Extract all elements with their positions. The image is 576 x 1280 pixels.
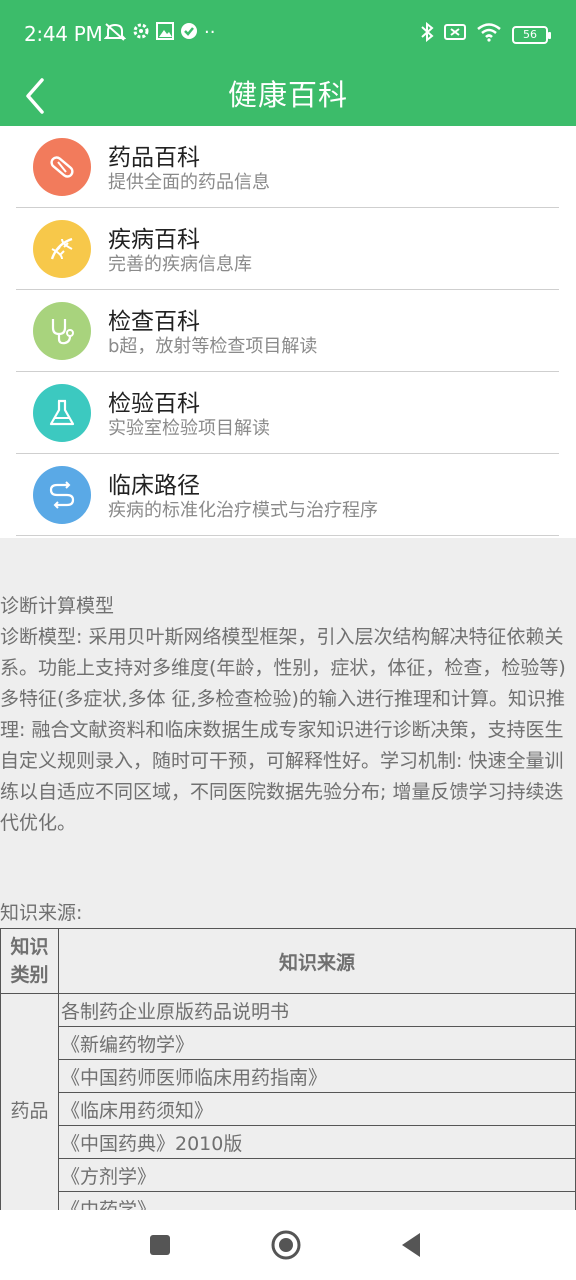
header-source: 知识来源 [58,928,576,994]
table-row: 《中国药师医师临床用药指南》 [1,1059,576,1093]
menu-item-subtitle: 完善的疾病信息库 [108,254,252,275]
source-cell: 《新编药物学》 [58,1026,576,1060]
menu-item-clinical-pathway[interactable]: 临床路径 疾病的标准化治疗模式与治疗程序 [16,454,559,536]
header-category: 知识类别 [0,928,59,994]
nav-back-button[interactable] [394,1227,430,1263]
menu-item-subtitle: 疾病的标准化治疗模式与治疗程序 [108,500,378,521]
menu-item-title: 检查百科 [108,309,200,335]
square-icon [150,1235,170,1255]
page-title: 健康百科 [227,78,348,112]
wifi-icon [476,22,502,47]
flask-icon [33,384,91,442]
system-icons: 56 [420,21,551,47]
source-cell: 《方剂学》 [58,1158,576,1192]
table-row: 药品 各制药企业原版药品说明书 [0,993,576,1210]
source-cell: 《临床用药须知》 [58,1092,576,1126]
menu-item-diseases[interactable]: 疾病百科 完善的疾病信息库 [16,208,559,290]
check-circle-icon [180,22,198,47]
source-cell: 《中药学》 [58,1191,576,1210]
menu-item-title: 疾病百科 [108,227,200,253]
model-description: 诊断模型: 采用贝叶斯网络模型框架，引入层次结构解决特征依赖关系。功能上支持对多… [0,626,566,834]
no-sim-icon [444,23,466,46]
status-bar: 2:44 PM ·· 56 [0,0,576,62]
menu-item-title: 检验百科 [108,391,200,417]
menu-item-title: 药品百科 [108,145,200,171]
menu-item-drugs[interactable]: 药品百科 提供全面的药品信息 [16,126,559,208]
table-row: 《临床用药须知》 [1,1092,576,1126]
menu-item-examinations[interactable]: 检查百科 b超，放射等检查项目解读 [16,290,559,372]
menu-item-subtitle: b超，放射等检查项目解读 [108,336,318,357]
menu-item-lab-tests[interactable]: 检验百科 实验室检验项目解读 [16,372,559,454]
encyclopedia-menu: 药品百科 提供全面的药品信息 疾病百科 完善的疾病信息库 检查百科 b超，放射等… [0,126,576,538]
triangle-back-icon [402,1233,420,1257]
notification-icons: ·· [103,22,216,47]
path-icon [33,466,91,524]
stethoscope-icon [33,302,91,360]
status-time: 2:44 PM [24,22,103,46]
table-header-row: 知识类别 知识来源 [0,928,576,994]
recent-apps-button[interactable] [142,1227,178,1263]
more-dots-icon: ·· [204,22,216,43]
table-row: 《新编药物学》 [1,1026,576,1060]
table-row: 《方剂学》 [1,1158,576,1192]
home-button[interactable] [268,1227,304,1263]
system-nav-bar [0,1210,576,1280]
menu-item-subtitle: 实验室检验项目解读 [108,418,270,439]
source-cell: 《中国药典》2010版 [58,1125,576,1159]
image-icon [156,22,174,47]
source-cell: 《中国药师医师临床用药指南》 [58,1059,576,1093]
menu-item-subtitle: 提供全面的药品信息 [108,172,270,193]
table-row: 《中药学》 [1,1191,576,1210]
battery-icon: 56 [512,25,551,44]
gear-icon [132,22,150,47]
source-cell: 各制药企业原版药品说明书 [58,993,576,1027]
app-bar: 健康百科 [0,62,576,126]
bluetooth-icon [420,21,434,47]
knowledge-content[interactable]: 诊断计算模型 诊断模型: 采用贝叶斯网络模型框架，引入层次结构解决特征依赖关系。… [0,538,576,1210]
sources-title: 知识来源: [0,902,83,924]
mute-icon [103,22,127,47]
table-row: 《中国药典》2010版 [1,1125,576,1159]
menu-item-title: 临床路径 [108,473,200,499]
pill-icon [33,138,91,196]
dna-icon [33,220,91,278]
category-cell: 药品 [0,993,59,1210]
circle-icon [271,1230,301,1260]
sources-table: 知识类别 知识来源 药品 各制药企业原版药品说明书 《新编药物学》 《中国药师医… [0,928,576,1210]
model-title: 诊断计算模型 [0,595,115,617]
